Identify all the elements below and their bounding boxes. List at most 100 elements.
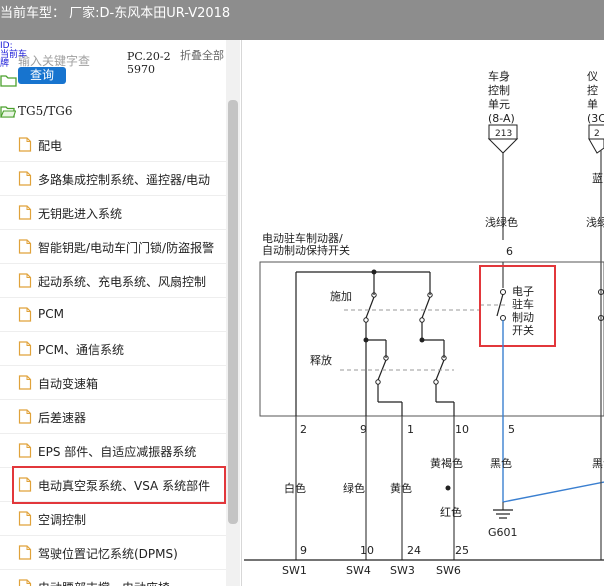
document-icon — [18, 307, 32, 322]
pin-2: 2 — [300, 423, 307, 436]
document-icon — [18, 137, 32, 152]
switch-contact-4 — [419, 317, 425, 323]
tree-item-label: 空调控制 — [38, 513, 87, 527]
tree-item-label: 起动系统、充电系统、风扇控制 — [38, 275, 207, 289]
document-icon — [18, 341, 32, 356]
release-contact-3 — [375, 379, 381, 385]
tree-item[interactable]: 多路集成控制系统、遥控器/电动 — [0, 162, 226, 196]
sidebar-scroll-thumb[interactable] — [228, 100, 238, 524]
switch-contact-3 — [363, 317, 369, 323]
pin-5: 5 — [508, 423, 515, 436]
wire-label-green: 绿色 — [343, 481, 365, 495]
tree-item-label: 驾驶位置记忆系统(DPMS) — [38, 547, 178, 561]
tree-item[interactable]: 配电 — [0, 128, 226, 162]
tree-item-label: PCM — [38, 307, 64, 321]
document-icon — [18, 239, 32, 254]
unit1-label-2: 控制 — [488, 83, 510, 97]
sidebar: 查询 PC.20-25970 折叠全部 TG5/TG6 配电多路集成控制系统、遥… — [0, 40, 242, 586]
document-icon — [18, 511, 32, 526]
esw-contact-top — [500, 289, 506, 295]
tree-item[interactable]: 驾驶位置记忆系统(DPMS) — [0, 536, 226, 570]
title-bar: 当前车型： 厂家:D-东风本田UR-V2018 — [0, 0, 604, 40]
document-icon — [18, 579, 32, 586]
unit1-label-3: 单元 — [488, 98, 510, 111]
tree-item[interactable]: PCM — [0, 298, 226, 332]
unit2-pin: 2 — [594, 129, 600, 139]
label-release: 释放 — [310, 353, 332, 367]
pin-10: 10 — [455, 423, 469, 436]
wire-label-blue: 蓝 — [592, 172, 603, 185]
esw-label-2: 驻车 — [512, 297, 534, 311]
switch-node-9 — [363, 337, 369, 343]
tree-item[interactable]: 电动腰部支撑、电动座椅 — [0, 570, 226, 586]
release-contact-4 — [433, 379, 439, 385]
tree-item[interactable]: 智能钥匙/电动车门门锁/防盗报警 — [0, 230, 226, 264]
unit2-code: (3C — [587, 112, 604, 125]
esw-label-3: 制动 — [512, 311, 534, 324]
tree-item-label: EPS 部件、自适应减振器系统 — [38, 445, 197, 459]
document-icon — [18, 375, 32, 390]
tree-item-label: 电动腰部支撑、电动座椅 — [38, 579, 170, 586]
tree-item[interactable]: EPS 部件、自适应减振器系统 — [0, 434, 226, 468]
document-icon — [18, 205, 32, 220]
switch-assembly-box — [259, 261, 604, 417]
title-text: 当前车型： 厂家:D-东风本田UR-V2018 — [0, 6, 231, 21]
switch-blade-1 — [365, 296, 375, 319]
document-icon — [18, 273, 32, 288]
wire-label-light-green-2: 浅绿 — [586, 215, 604, 229]
unit1-connector-arrow — [487, 138, 519, 154]
esw-label-1: 电子 — [512, 285, 534, 298]
wire-splice — [445, 485, 451, 491]
wire-label-light-green: 浅绿色 — [485, 215, 518, 229]
bottom-pin-10: 10 — [360, 544, 374, 557]
pin-1: 1 — [407, 423, 414, 436]
tree-item[interactable]: 空调控制 — [0, 502, 226, 536]
tree-item-label: PCM、通信系统 — [38, 343, 124, 357]
tree-item-label: 智能钥匙/电动车门门锁/防盗报警 — [38, 241, 215, 255]
wire-label-black-2: 黑色 — [592, 456, 604, 470]
search-button[interactable]: 查询 — [18, 67, 66, 84]
root-folder-icon — [0, 75, 17, 87]
unit2-connector-arrow — [588, 138, 604, 154]
tree-item[interactable]: PCM、通信系统 — [0, 332, 226, 366]
tree-folder-tg5[interactable]: TG5/TG6 — [0, 98, 226, 128]
document-icon — [18, 409, 32, 424]
wiring-diagram[interactable]: 车身 控制 单元 (8-A) 213 仪 控 单 (3C 2 浅绿色 浅绿 蓝 … — [244, 40, 604, 586]
bottom-pin-25: 25 — [455, 544, 469, 557]
bottom-pin-9: 9 — [300, 544, 307, 557]
connector-sw1: SW1 — [282, 564, 307, 577]
switch-title-2: 自动制动保持开关 — [262, 243, 350, 257]
wire-black-diag — [502, 481, 604, 503]
vehicle-id-overflow: ID: 当前车 牌 — [0, 41, 28, 69]
collapse-all-button[interactable]: 折叠全部 — [180, 50, 224, 62]
tree-item-label: 多路集成控制系统、遥控器/电动 — [38, 173, 211, 187]
tree-item[interactable]: 后差速器 — [0, 400, 226, 434]
bottom-pin-24: 24 — [407, 544, 421, 557]
label-apply: 施加 — [330, 290, 352, 303]
unit1-label-1: 车身 — [488, 69, 510, 83]
tree-item-label: 无钥匙进入系统 — [38, 207, 123, 221]
tree-item[interactable]: 自动变速箱 — [0, 366, 226, 400]
switch-title-1: 电动驻车制动器/ — [262, 231, 343, 245]
connector-sw3: SW3 — [390, 564, 415, 577]
unit2-label-1: 仪 — [587, 70, 598, 83]
esw-label-4: 开关 — [512, 323, 534, 337]
document-icon — [18, 545, 32, 560]
esw-contact-bottom — [500, 315, 506, 321]
unit1-code: (8-A) — [488, 112, 515, 125]
tree-item-label: 配电 — [38, 139, 63, 153]
switch-node-1 — [419, 337, 425, 343]
tree-item[interactable]: 无钥匙进入系统 — [0, 196, 226, 230]
wire-label-yellow-brown: 黄褐色 — [430, 456, 463, 470]
folder-open-icon — [0, 106, 16, 118]
tree-folder-label: TG5/TG6 — [18, 104, 73, 118]
tree-item-label: 自动变速箱 — [38, 377, 99, 391]
unit1-pin: 213 — [495, 129, 512, 139]
wire-label-white: 白色 — [284, 481, 306, 495]
unit2-label-3: 单 — [587, 98, 598, 111]
ground-label: G601 — [488, 526, 518, 539]
tree-item[interactable]: 起动系统、充电系统、风扇控制 — [0, 264, 226, 298]
connector-sw4: SW4 — [346, 564, 371, 577]
model-code: PC.20-25970 — [127, 50, 171, 76]
document-icon — [18, 443, 32, 458]
